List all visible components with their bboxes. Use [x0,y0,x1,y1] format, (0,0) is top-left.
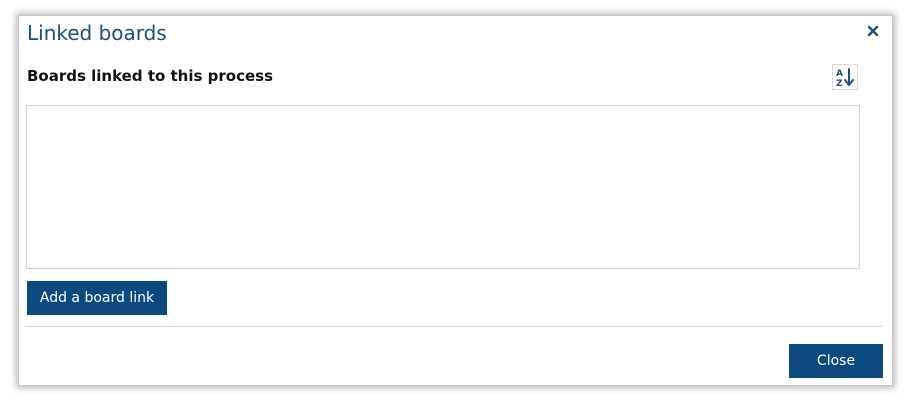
linked-boards-dialog: Linked boards Boards linked to this proc… [19,16,892,385]
svg-text:A: A [836,69,843,79]
section-heading: Boards linked to this process [27,67,274,85]
close-button[interactable]: Close [789,344,883,378]
linked-boards-list[interactable] [26,105,860,269]
close-icon-glyph [867,25,879,37]
add-board-link-button[interactable]: Add a board link [27,281,167,315]
svg-text:Z: Z [836,79,843,88]
dialog-title: Linked boards [27,21,167,45]
close-icon[interactable] [865,18,881,44]
sort-az-button[interactable]: A Z [832,64,858,90]
sort-az-icon: A Z [836,68,854,88]
footer-divider [26,326,883,327]
